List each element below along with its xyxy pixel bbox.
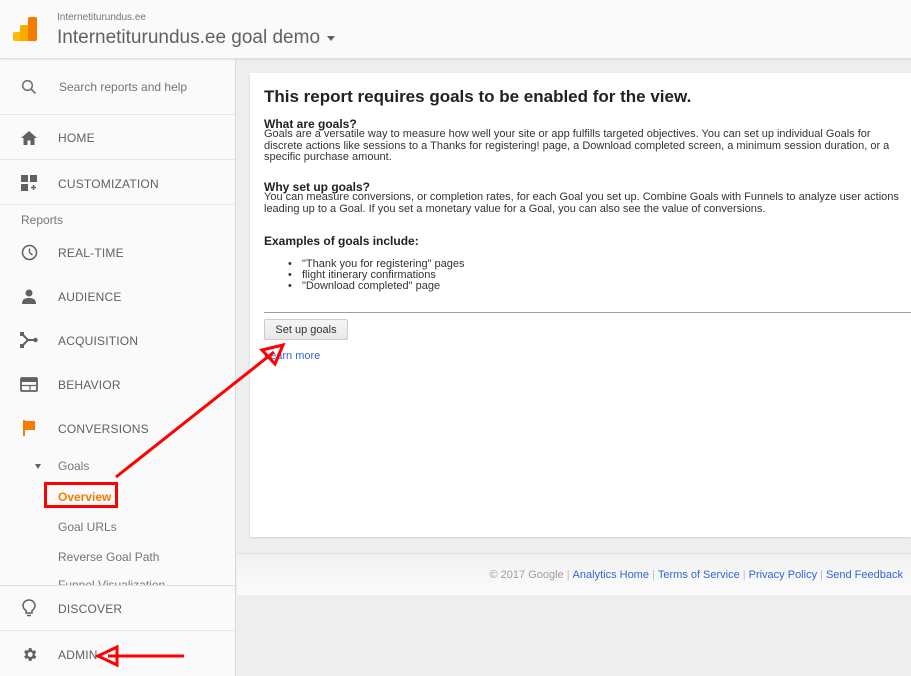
customization-icon: [20, 174, 38, 192]
top-header: Internetiturundus.ee Internetiturundus.e…: [0, 0, 911, 59]
home-label: HOME: [58, 131, 95, 145]
analytics-logo-icon[interactable]: [13, 17, 37, 41]
admin-label: ADMIN: [58, 648, 98, 662]
analytics-home-link[interactable]: Analytics Home: [573, 569, 649, 581]
why-setup-goals-text: You can measure conversions, or completi…: [264, 191, 899, 215]
annotation-highlight-box: [44, 482, 118, 508]
acquisition-label: ACQUISITION: [58, 334, 139, 348]
audience-label: AUDIENCE: [58, 290, 122, 304]
lightbulb-icon: [20, 599, 38, 617]
acquisition-icon: [20, 331, 38, 349]
learn-more-link[interactable]: Learn more: [264, 350, 320, 362]
customization-label: CUSTOMIZATION: [58, 177, 159, 191]
person-icon: [20, 287, 38, 305]
sidebar-item-realtime[interactable]: REAL-TIME: [0, 230, 235, 274]
discover-label: DISCOVER: [58, 602, 123, 616]
sidebar-item-home[interactable]: HOME: [0, 115, 235, 160]
account-name: Internetiturundus.ee: [57, 12, 146, 23]
caret-down-icon: [327, 35, 336, 41]
terms-of-service-link[interactable]: Terms of Service: [658, 569, 740, 581]
home-icon: [20, 129, 38, 147]
search-row[interactable]: Search reports and help: [0, 59, 235, 115]
sidebar-subitem-reverse-goal-path[interactable]: Reverse Goal Path: [0, 544, 235, 568]
behavior-label: BEHAVIOR: [58, 378, 121, 392]
sidebar-item-behavior[interactable]: BEHAVIOR: [0, 362, 235, 406]
flag-icon: [20, 419, 38, 437]
sidebar-item-admin[interactable]: ADMIN: [0, 632, 235, 676]
search-input[interactable]: Search reports and help: [59, 80, 187, 94]
sidebar-item-customization[interactable]: CUSTOMIZATION: [0, 160, 235, 205]
sidebar-item-conversions[interactable]: CONVERSIONS: [0, 406, 235, 450]
view-title: Internetiturundus.ee goal demo: [57, 27, 321, 48]
expand-caret-icon: [35, 464, 41, 469]
clock-icon: [20, 243, 38, 261]
what-are-goals-text: Goals are a versatile way to measure how…: [264, 128, 890, 163]
goals-required-panel: This report requires goals to be enabled…: [250, 73, 911, 537]
footer: © 2017 Google | Analytics Home | Terms of Se…: [237, 553, 911, 595]
realtime-label: REAL-TIME: [58, 246, 124, 260]
sidebar-item-goals[interactable]: Goals: [0, 454, 235, 478]
footer-links: © 2017 Google | Analytics Home | Terms of Se…: [489, 569, 903, 581]
behavior-icon: [20, 375, 38, 393]
set-up-goals-button[interactable]: Set up goals: [264, 319, 348, 340]
gear-icon: [20, 645, 38, 663]
copyright: © 2017 Google: [489, 569, 564, 581]
analytics-app: Internetiturundus.ee Internetiturundus.e…: [0, 0, 911, 676]
privacy-policy-link[interactable]: Privacy Policy: [749, 569, 817, 581]
reports-heading: Reports: [21, 213, 64, 227]
examples-list: "Thank you for registering" pages flight…: [288, 259, 465, 293]
sidebar-subitem-goal-urls[interactable]: Goal URLs: [0, 514, 235, 538]
page-title: This report requires goals to be enabled…: [264, 87, 692, 106]
search-icon: [20, 78, 38, 96]
examples-heading: Examples of goals include:: [264, 234, 419, 248]
send-feedback-link[interactable]: Send Feedback: [826, 569, 903, 581]
sidebar: Search reports and help HOME CUSTOMIZATI…: [0, 59, 236, 676]
sidebar-item-discover[interactable]: DISCOVER: [0, 586, 235, 631]
view-selector[interactable]: Internetiturundus.ee goal demo: [57, 27, 336, 49]
sidebar-item-acquisition[interactable]: ACQUISITION: [0, 318, 235, 362]
reverse-goal-path-label: Reverse Goal Path: [58, 550, 160, 564]
funnel-visualization-label: Funnel Visualization: [58, 578, 166, 585]
section-divider: [264, 312, 911, 313]
goal-urls-label: Goal URLs: [58, 520, 117, 534]
goals-label: Goals: [58, 459, 90, 473]
sidebar-subitem-funnel-visualization[interactable]: Funnel Visualization: [0, 574, 235, 585]
sidebar-item-audience[interactable]: AUDIENCE: [0, 274, 235, 318]
list-item: "Download completed" page: [288, 281, 465, 293]
conversions-label: CONVERSIONS: [58, 422, 149, 436]
